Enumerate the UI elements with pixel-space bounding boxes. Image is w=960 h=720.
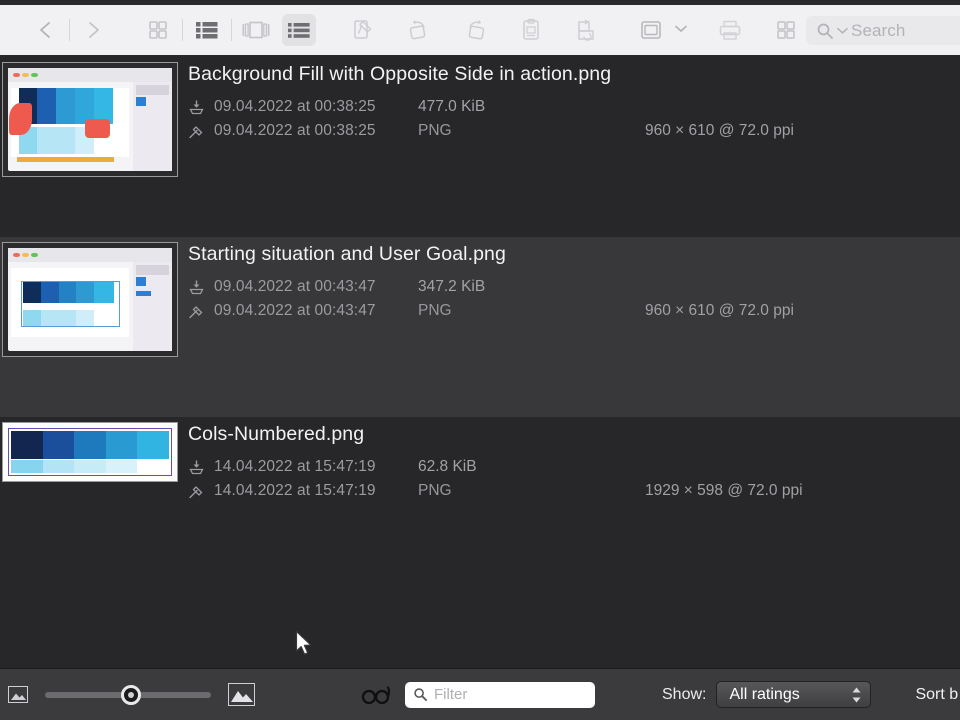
file-size: 477.0 KiB: [418, 98, 486, 115]
view-list-compact-button[interactable]: [190, 14, 224, 46]
import-date-icon: [188, 98, 208, 116]
file-size-group: 62.8 KiB PNG: [418, 455, 477, 503]
chevron-right-icon: [89, 22, 99, 38]
file-thumbnail: [2, 62, 178, 177]
grid-view-icon: [149, 21, 167, 39]
modified-date-icon: [188, 482, 208, 500]
table-row[interactable]: Background Fill with Opposite Side in ac…: [0, 57, 960, 237]
thumbnail-size-slider[interactable]: [45, 684, 211, 705]
file-format: PNG: [418, 122, 452, 139]
file-size-group: 477.0 KiB PNG: [418, 95, 485, 143]
annotate-icon: [354, 20, 372, 39]
back-button[interactable]: [28, 14, 62, 46]
file-dimensions: 960 × 610 @ 72.0 ppi: [645, 122, 794, 139]
clipboard-icon: [523, 18, 539, 40]
thumbnail-cell[interactable]: [0, 237, 180, 417]
preview-app-window: Search Background Fill with Opposite Sid…: [0, 0, 960, 720]
rotate-right-button[interactable]: [458, 14, 492, 46]
file-dimensions: 960 × 610 @ 72.0 ppi: [645, 302, 794, 319]
file-size-group: 347.2 KiB PNG: [418, 275, 485, 323]
file-format: PNG: [418, 482, 452, 499]
toolbar-separator-3: [231, 19, 232, 41]
search-field[interactable]: Search: [806, 16, 960, 45]
import-date-icon: [188, 278, 208, 296]
file-dimensions: 1929 × 598 @ 72.0 ppi: [645, 482, 803, 499]
created-date-line: 09.04.2022 at 00:43:47: [188, 275, 960, 299]
ratings-value: All ratings: [729, 685, 800, 703]
list-view-icon: [288, 23, 310, 38]
bottom-toolbar: Filter Show: All ratings Sort b: [0, 668, 960, 720]
file-name: Starting situation and User Goal.png: [188, 243, 506, 265]
import-date-icon: [188, 458, 208, 476]
ratings-select[interactable]: All ratings: [716, 681, 872, 708]
modified-date-line: 14.04.2022 at 15:47:19: [188, 479, 960, 503]
view-grid-button[interactable]: [141, 14, 175, 46]
file-thumbnail: [2, 422, 178, 482]
file-thumbnail: [2, 242, 178, 357]
file-size: 347.2 KiB: [418, 278, 486, 295]
view-list-button[interactable]: [282, 14, 316, 46]
modified-date: 14.04.2022 at 15:47:19: [214, 482, 376, 499]
modified-date-line: 09.04.2022 at 00:38:25: [188, 119, 960, 143]
table-row[interactable]: Cols-Numbered.png 14.04.2022 at 15:47:19: [0, 417, 960, 647]
chevron-down-icon: [675, 25, 687, 32]
search-icon: [817, 23, 833, 39]
export-icon: [578, 19, 594, 41]
arrange-grid-icon: [777, 21, 795, 39]
rotate-left-button[interactable]: [402, 14, 436, 46]
created-date-line: 09.04.2022 at 00:38:25: [188, 95, 960, 119]
toolbar-separator-2: [182, 19, 183, 41]
clipboard-button[interactable]: [514, 14, 548, 46]
created-date: 14.04.2022 at 15:47:19: [214, 458, 376, 475]
modified-date: 09.04.2022 at 00:43:47: [214, 302, 376, 319]
file-size: 62.8 KiB: [418, 458, 477, 475]
file-name: Background Fill with Opposite Side in ac…: [188, 63, 612, 85]
window-icon: [641, 21, 661, 39]
glasses-icon[interactable]: [361, 685, 391, 705]
modified-date-icon: [188, 122, 208, 140]
modified-date-icon: [188, 302, 208, 320]
arrange-button[interactable]: [769, 14, 803, 46]
thumbnail-cell[interactable]: [0, 57, 180, 237]
file-info-cell: Background Fill with Opposite Side in ac…: [180, 57, 960, 237]
main-toolbar: Search: [0, 5, 960, 57]
chevron-left-icon: [40, 22, 50, 38]
created-date-line: 14.04.2022 at 15:47:19: [188, 455, 960, 479]
modified-date: 09.04.2022 at 00:38:25: [214, 122, 376, 139]
file-name: Cols-Numbered.png: [188, 423, 365, 445]
search-icon: [414, 688, 428, 702]
print-icon: [719, 20, 741, 40]
export-button[interactable]: [570, 14, 604, 46]
small-image-icon[interactable]: [8, 686, 28, 703]
view-filmstrip-button[interactable]: [239, 14, 273, 46]
rotate-right-icon: [468, 19, 485, 40]
file-list[interactable]: Background Fill with Opposite Side in ac…: [0, 57, 960, 668]
window-button[interactable]: [634, 14, 668, 46]
file-info-cell: Cols-Numbered.png 14.04.2022 at 15:47:19: [180, 417, 960, 647]
sort-label[interactable]: Sort b: [915, 686, 958, 704]
file-format: PNG: [418, 302, 452, 319]
toolbar-separator-1: [69, 19, 70, 41]
filter-field[interactable]: Filter: [405, 681, 595, 708]
rotate-left-icon: [409, 19, 426, 40]
filmstrip-view-icon: [242, 21, 270, 39]
forward-button[interactable]: [77, 14, 111, 46]
modified-date-line: 09.04.2022 at 00:43:47: [188, 299, 960, 323]
thumbnail-cell[interactable]: [0, 417, 180, 647]
search-placeholder: Search: [851, 20, 906, 40]
chevron-down-icon: [837, 27, 848, 34]
slider-knob[interactable]: [121, 684, 141, 705]
file-info-cell: Starting situation and User Goal.png 09.…: [180, 237, 960, 417]
created-date: 09.04.2022 at 00:43:47: [214, 278, 376, 295]
print-button[interactable]: [713, 14, 747, 46]
list-compact-view-icon: [196, 22, 218, 39]
filter-placeholder: Filter: [434, 686, 468, 703]
table-row[interactable]: Starting situation and User Goal.png 09.…: [0, 237, 960, 417]
window-menu-chevron[interactable]: [671, 25, 691, 36]
created-date: 09.04.2022 at 00:38:25: [214, 98, 376, 115]
stepper-arrows-icon: [851, 686, 862, 703]
annotate-button[interactable]: [346, 14, 380, 46]
large-image-icon[interactable]: [228, 683, 255, 706]
show-label: Show:: [662, 685, 707, 703]
